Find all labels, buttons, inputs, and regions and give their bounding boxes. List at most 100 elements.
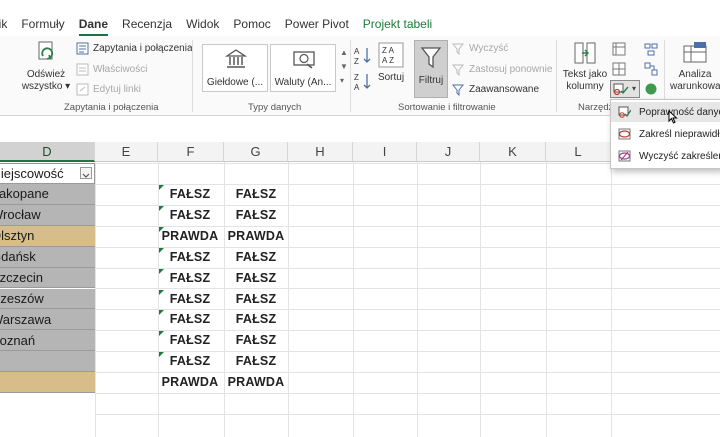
- result-cell-g[interactable]: FAŁSZ: [224, 312, 288, 326]
- currencies-data-type-button[interactable]: Waluty (An...: [270, 44, 336, 92]
- manage-data-model-button[interactable]: [644, 82, 658, 96]
- tab-widok[interactable]: Widok: [186, 14, 219, 36]
- city-cell[interactable]: [0, 372, 95, 393]
- result-cell-g[interactable]: FAŁSZ: [224, 271, 288, 285]
- city-cell[interactable]: Olsztyn: [0, 225, 95, 247]
- column-header-e[interactable]: E: [95, 142, 158, 162]
- group-separator: [192, 40, 193, 112]
- error-indicator-icon: [159, 226, 164, 232]
- grid-hline: [95, 372, 720, 373]
- edit-links-button[interactable]: Edytuj linki: [76, 83, 141, 96]
- data-validation-icon: [618, 106, 631, 118]
- city-name: Poznań: [0, 332, 36, 348]
- group-separator: [556, 40, 557, 112]
- error-indicator-icon: [159, 289, 164, 295]
- city-cell[interactable]: [0, 351, 95, 373]
- stocks-data-type-button[interactable]: Giełdowe (...: [202, 44, 268, 92]
- result-cell-f[interactable]: FAŁSZ: [158, 250, 222, 264]
- error-indicator-icon: [159, 205, 164, 211]
- column-header-k[interactable]: K: [480, 142, 546, 162]
- result-cell-f[interactable]: PRAWDA: [158, 375, 222, 389]
- result-cell-g[interactable]: FAŁSZ: [224, 208, 288, 222]
- result-cell-g[interactable]: FAŁSZ: [224, 292, 288, 306]
- menu-item-circle-invalid-data[interactable]: Zakreśl nieprawidłowe dane: [611, 124, 720, 144]
- result-cell-g[interactable]: PRAWDA: [224, 229, 288, 243]
- city-cell[interactable]: Rzeszów: [0, 288, 95, 310]
- what-if-icon: [683, 42, 707, 63]
- column-header-i[interactable]: I: [353, 142, 417, 162]
- remove-duplicates-button[interactable]: [612, 62, 626, 76]
- filter-icon: [420, 47, 442, 69]
- tab-power-pivot[interactable]: Power Pivot: [285, 14, 349, 36]
- sort-button[interactable]: Z A A Z Sortuj: [376, 42, 406, 84]
- stocks-label: Giełdowe (...: [206, 77, 264, 88]
- clear-filter-button[interactable]: Wyczyść: [452, 42, 508, 55]
- flash-fill-button[interactable]: [612, 42, 626, 56]
- column-filter-button[interactable]: [80, 167, 92, 180]
- column-header-l[interactable]: L: [546, 142, 611, 162]
- sort-filter-group-label: Sortowanie i filtrowanie: [398, 102, 496, 113]
- result-cell-g[interactable]: PRAWDA: [224, 375, 288, 389]
- text-to-columns-button[interactable]: Tekst jako kolumny: [562, 40, 608, 93]
- queries-icon: [76, 42, 89, 55]
- menu-item-clear-circles[interactable]: Wyczyść zakreślenia: [611, 146, 720, 166]
- relationships-button[interactable]: [644, 62, 658, 76]
- tab-plik[interactable]: Plik: [0, 14, 7, 36]
- filter-button[interactable]: Filtruj: [414, 40, 448, 98]
- svg-text:Z A: Z A: [382, 46, 395, 55]
- data-types-more-icon[interactable]: ▲ ▼ ▾: [340, 46, 348, 90]
- grid-hline: [95, 267, 720, 269]
- result-cell-f[interactable]: FAŁSZ: [158, 271, 222, 285]
- result-cell-f[interactable]: FAŁSZ: [158, 292, 222, 306]
- column-header-d[interactable]: D: [0, 142, 95, 162]
- result-cell-f[interactable]: FAŁSZ: [158, 312, 222, 326]
- menu-item-data-validation[interactable]: Poprawność danych...: [611, 102, 720, 122]
- what-if-analysis-button[interactable]: Analiza warunkowa: [670, 40, 720, 93]
- sort-za-icon: Z A: [354, 73, 371, 92]
- column-header-f[interactable]: F: [158, 142, 224, 162]
- properties-button[interactable]: Właściwości: [76, 63, 147, 76]
- advanced-filter-button[interactable]: Zaawansowane: [452, 83, 539, 96]
- consolidate-button[interactable]: [644, 42, 658, 56]
- tab-projekt-tabeli[interactable]: Projekt tabeli: [363, 14, 432, 36]
- city-cell[interactable]: Warszawa: [0, 309, 95, 331]
- sort-dialog-icon: Z A A Z: [378, 42, 404, 68]
- text-to-columns-label-2: kolumny: [566, 81, 604, 92]
- reapply-button[interactable]: Zastosuj ponownie: [452, 63, 552, 76]
- result-cell-g[interactable]: FAŁSZ: [224, 333, 288, 347]
- tab-formuły[interactable]: Formuły: [21, 14, 64, 36]
- column-header-g[interactable]: G: [224, 142, 288, 162]
- filter-label: Filtruj: [418, 75, 444, 86]
- svg-text:Z: Z: [354, 73, 359, 82]
- city-cell[interactable]: Szczecin: [0, 267, 95, 289]
- table-header-city[interactable]: Miejscowość: [0, 163, 95, 184]
- result-cell-f[interactable]: FAŁSZ: [158, 187, 222, 201]
- sort-az-button[interactable]: A Z: [354, 46, 372, 66]
- city-cell[interactable]: Zakopane: [0, 184, 95, 205]
- currencies-label: Waluty (An...: [274, 77, 332, 88]
- result-cell-f[interactable]: FAŁSZ: [158, 333, 222, 347]
- data-validation-button[interactable]: ▾: [610, 80, 640, 98]
- chevron-down-icon: [82, 173, 90, 178]
- result-cell-f[interactable]: FAŁSZ: [158, 354, 222, 368]
- column-header-j[interactable]: J: [417, 142, 480, 162]
- queries-connections-button[interactable]: Zapytania i połączenia: [76, 42, 193, 55]
- city-cell[interactable]: Wrocław: [0, 204, 95, 226]
- tab-dane[interactable]: Dane: [78, 14, 109, 36]
- error-indicator-icon: [159, 185, 164, 190]
- result-cell-f[interactable]: FAŁSZ: [158, 208, 222, 222]
- city-name: Rzeszów: [0, 290, 44, 306]
- result-cell-g[interactable]: FAŁSZ: [224, 187, 288, 201]
- city-cell[interactable]: Gdańsk: [0, 246, 95, 268]
- result-cell-g[interactable]: FAŁSZ: [224, 354, 288, 368]
- city-cell[interactable]: Poznań: [0, 330, 95, 352]
- sort-za-button[interactable]: Z A: [354, 72, 372, 92]
- reapply-icon: [452, 64, 465, 76]
- tab-pomoc[interactable]: Pomoc: [233, 14, 270, 36]
- result-cell-g[interactable]: FAŁSZ: [224, 250, 288, 264]
- result-cell-f[interactable]: PRAWDA: [158, 229, 222, 243]
- refresh-all-button[interactable]: Odśwież wszystko ▾: [20, 40, 72, 93]
- relationships-icon: [644, 62, 658, 76]
- tab-recenzja[interactable]: Recenzja: [122, 14, 172, 36]
- column-header-h[interactable]: H: [288, 142, 353, 162]
